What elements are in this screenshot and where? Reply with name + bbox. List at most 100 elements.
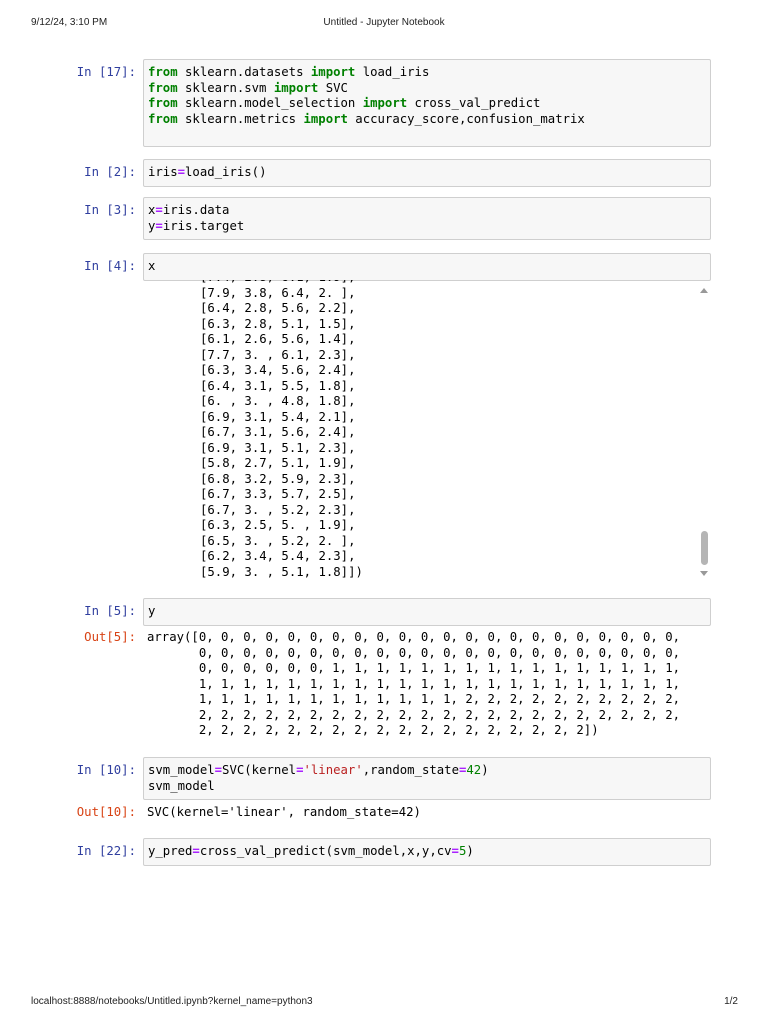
input-prompt: In [5]: (84, 604, 136, 618)
code-line: y (148, 604, 706, 620)
scroll-down-arrow-icon[interactable] (700, 571, 708, 576)
code-token: from (148, 65, 178, 79)
code-token: from (148, 111, 178, 126)
code-line: from sklearn.svm import SVC (148, 81, 706, 97)
code-token: SVC (318, 80, 348, 95)
code-line: svm_model (148, 779, 706, 795)
array-row: 2, 2, 2, 2, 2, 2, 2, 2, 2, 2, 2, 2, 2, 2… (147, 707, 681, 722)
code-token: ) (466, 844, 474, 858)
array-row: [6. , 3. , 4.8, 1.8], (200, 394, 356, 408)
code-line: iris=load_iris() (148, 165, 706, 181)
array-row: [6.1, 2.6, 5.6, 1.4], (200, 332, 356, 346)
code-token: cross_val_predict(svm_model,x,y,cv (199, 844, 452, 858)
out5-prompt: Out[5]: (84, 630, 136, 644)
code-token: = (155, 203, 163, 217)
code-token: SVC(kernel (222, 763, 297, 777)
code-token: import (310, 65, 356, 79)
code-line: svm_model=SVC(kernel='linear',random_sta… (148, 763, 706, 779)
code-token: load_iris (355, 65, 430, 79)
code-token: load_iris() (185, 165, 267, 179)
code-cell-input[interactable]: iris=load_iris() (143, 159, 711, 187)
code-token: x (148, 259, 156, 273)
array-row: [6.9, 3.1, 5.1, 2.3], (200, 440, 356, 455)
array-row: 1, 1, 1, 1, 1, 1, 1, 1, 1, 1, 1, 1, 2, 2… (147, 692, 681, 706)
code-token: sklearn.metrics (177, 111, 304, 126)
code-token: iris.data (162, 203, 230, 217)
array-row: [6.3, 2.5, 5. , 1.9], (200, 518, 356, 532)
code-cell-input[interactable]: x (143, 253, 711, 281)
array-row: [6.7, 3.1, 5.6, 2.4], (200, 425, 356, 439)
scrollbar-thumb[interactable] (701, 531, 708, 565)
code-token: = (214, 763, 223, 777)
out10-output: SVC(kernel='linear', random_state=42) (147, 805, 421, 819)
array-row: [7.7, 3. , 6.1, 2.3], (200, 347, 356, 362)
code-token: = (155, 218, 163, 233)
code-token: from (148, 80, 178, 95)
code-cell-input[interactable]: svm_model=SVC(kernel='linear',random_sta… (143, 757, 711, 800)
output-scrollbar[interactable] (697, 283, 711, 581)
out5-output: array([0, 0, 0, 0, 0, 0, 0, 0, 0, 0, 0, … (147, 630, 680, 739)
array-row: [6.4, 2.8, 5.6, 2.2], (200, 301, 356, 315)
code-token: y (148, 604, 156, 618)
input-prompt: In [2]: (84, 165, 136, 179)
code-token: accuracy_score,confusion_matrix (347, 111, 585, 126)
array-row: 0, 0, 0, 0, 0, 0, 1, 1, 1, 1, 1, 1, 1, 1… (147, 661, 681, 675)
code-line: y_pred=cross_val_predict(svm_model,x,y,c… (148, 844, 706, 860)
code-token: import (273, 80, 319, 95)
code-token: = (451, 844, 459, 858)
code-line: from sklearn.datasets import load_iris (148, 65, 706, 81)
x-output-scroll-area[interactable]: [7.4, 2.8, 6.1, 1.9],[7.9, 3.8, 6.4, 2. … (143, 280, 713, 582)
code-token: svm_model (148, 778, 215, 793)
code-token: = (296, 763, 304, 777)
array-row: array([0, 0, 0, 0, 0, 0, 0, 0, 0, 0, 0, … (147, 630, 681, 644)
code-token: import (362, 96, 408, 110)
array-row: [6.7, 3.3, 5.7, 2.5], (200, 487, 356, 501)
code-cell-input[interactable]: y_pred=cross_val_predict(svm_model,x,y,c… (143, 838, 711, 866)
code-token: 'linear' (303, 763, 363, 777)
code-cell-input[interactable]: from sklearn.datasets import load_iris fr… (143, 59, 711, 147)
code-token: iris (148, 165, 178, 179)
array-row: [6.9, 3.1, 5.4, 2.1], (200, 409, 356, 424)
array-row: [6.5, 3. , 5.2, 2. ], (200, 533, 356, 548)
code-token: ,random_state (362, 763, 459, 777)
print-title: Untitled - Jupyter Notebook (323, 17, 445, 28)
array-row: [6.7, 3. , 5.2, 2.3], (200, 502, 356, 517)
print-page: 1/2 (724, 996, 738, 1007)
code-token: sklearn.svm (177, 80, 274, 95)
code-token: 42 (466, 763, 482, 777)
input-prompt: In [4]: (84, 259, 136, 273)
code-line: x=iris.data (148, 203, 706, 219)
code-line: y=iris.target (148, 219, 706, 235)
out10-prompt: Out[10]: (76, 805, 136, 819)
code-token: svm_model (148, 763, 215, 777)
scroll-up-arrow-icon[interactable] (700, 288, 708, 293)
code-cell-input[interactable]: y (143, 598, 711, 626)
array-row: 1, 1, 1, 1, 1, 1, 1, 1, 1, 1, 1, 1, 1, 1… (147, 676, 681, 691)
array-row: [6.2, 3.4, 5.4, 2.3], (200, 549, 356, 563)
code-token: sklearn.model_selection (177, 96, 363, 110)
array-row: 0, 0, 0, 0, 0, 0, 0, 0, 0, 0, 0, 0, 0, 0… (147, 645, 681, 660)
code-line: from sklearn.metrics import accuracy_sco… (148, 112, 706, 128)
code-line: from sklearn.model_selection import cros… (148, 96, 706, 112)
code-token: sklearn.datasets (177, 65, 311, 79)
code-token: = (177, 165, 186, 179)
code-token: = (192, 844, 200, 858)
code-token: from (148, 96, 178, 110)
array-row: [7.9, 3.8, 6.4, 2. ], (200, 285, 356, 300)
code-token: iris.target (162, 218, 245, 233)
code-line (148, 127, 706, 143)
code-line: x (148, 259, 706, 275)
code-cell-input[interactable]: x=iris.data y=iris.target (143, 197, 711, 240)
array-row: [6.3, 2.8, 5.1, 1.5], (200, 316, 356, 331)
array-row: 2, 2, 2, 2, 2, 2, 2, 2, 2, 2, 2, 2, 2, 2… (147, 723, 599, 737)
input-prompt: In [17]: (76, 65, 136, 79)
array-row: [6.4, 3.1, 5.5, 1.8], (200, 378, 356, 393)
code-token: ) (481, 763, 489, 777)
array-row: [5.8, 2.7, 5.1, 1.9], (200, 456, 356, 470)
code-token: cross_val_predict (407, 96, 541, 110)
input-prompt: In [10]: (76, 763, 136, 777)
code-token: y_pred (148, 844, 193, 858)
input-prompt: In [3]: (84, 203, 136, 217)
array-row: [6.8, 3.2, 5.9, 2.3], (200, 471, 356, 486)
